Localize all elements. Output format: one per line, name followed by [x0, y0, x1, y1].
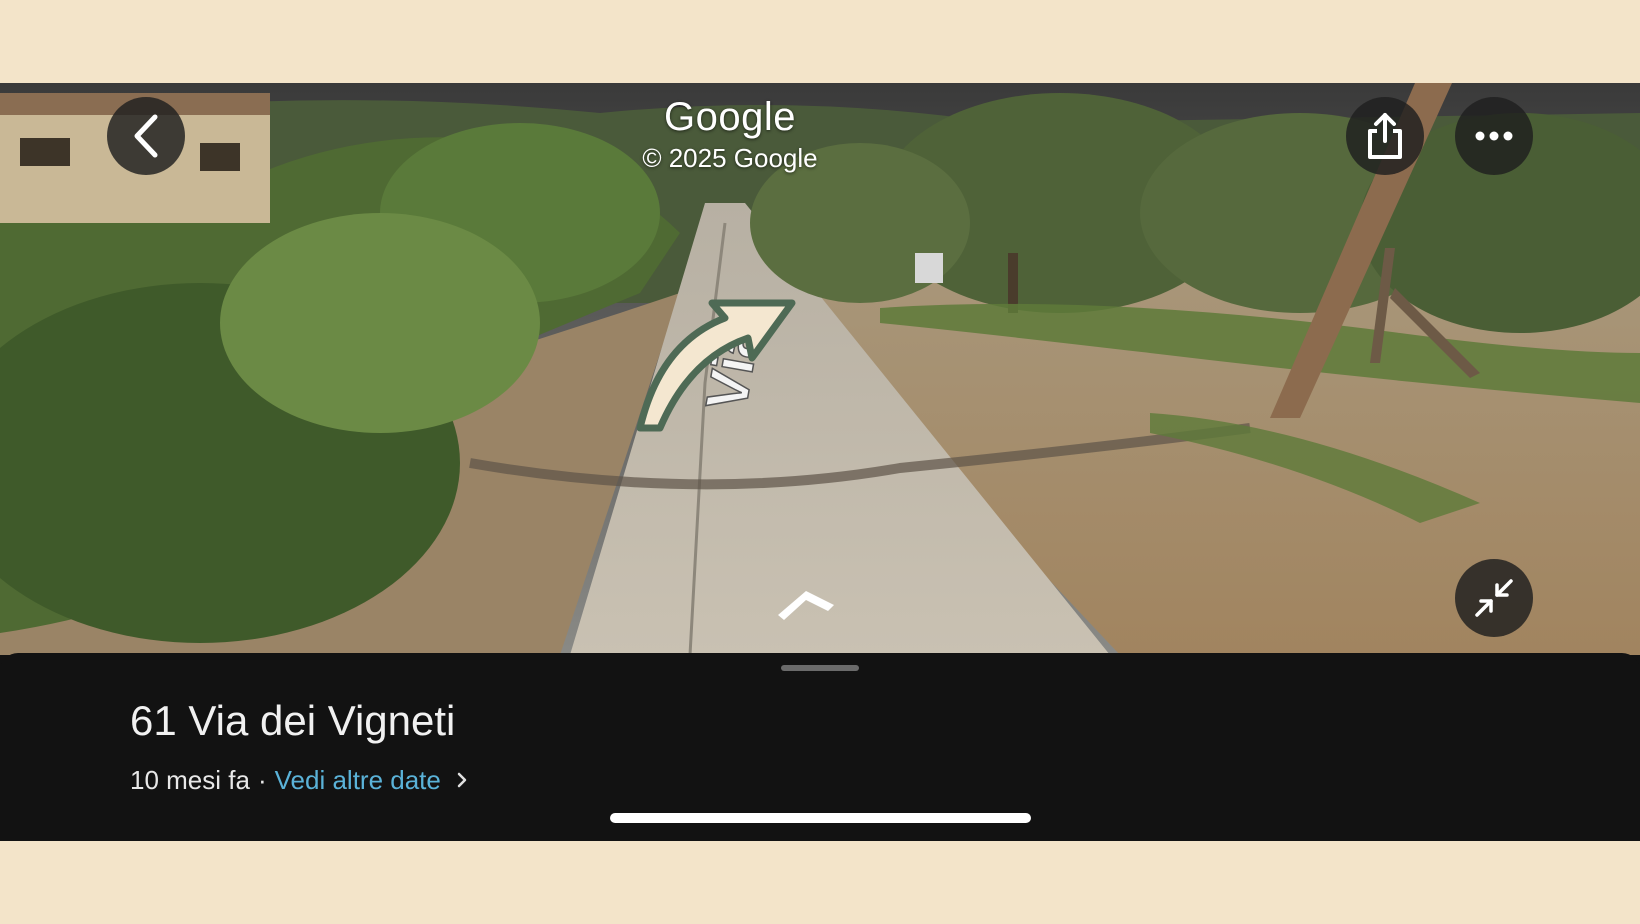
imagery-age: 10 mesi fa: [130, 765, 250, 795]
collapse-icon: [1475, 579, 1513, 617]
copyright-text: © 2025 Google: [642, 143, 818, 173]
separator-dot: ·: [257, 765, 267, 795]
google-logo-text: Google: [664, 95, 796, 139]
back-button[interactable]: [107, 97, 185, 175]
place-info-sheet[interactable]: 61 Via dei Vigneti 10 mesi fa · Vedi alt…: [0, 653, 1640, 841]
back-icon: [134, 114, 158, 158]
place-title: 61 Via dei Vigneti: [130, 697, 456, 744]
google-branding: Google © 2025 Google: [620, 93, 840, 175]
more-options-button[interactable]: [1455, 97, 1533, 175]
share-button[interactable]: [1346, 97, 1424, 175]
home-indicator[interactable]: [610, 813, 1031, 823]
sheet-drag-handle[interactable]: [781, 665, 859, 671]
street-view-screen: Via Google © 2025 Google 61 Via dei Vign…: [0, 83, 1640, 841]
see-more-dates-link[interactable]: Vedi altre date: [275, 763, 441, 797]
chevron-right-icon[interactable]: [455, 771, 469, 789]
share-icon: [1368, 113, 1402, 159]
more-horizontal-icon: [1475, 131, 1513, 141]
imagery-date-row: 10 mesi fa · Vedi altre date: [130, 763, 469, 797]
exit-fullscreen-button[interactable]: [1455, 559, 1533, 637]
street-view-panorama[interactable]: Via Google © 2025 Google: [0, 83, 1640, 655]
